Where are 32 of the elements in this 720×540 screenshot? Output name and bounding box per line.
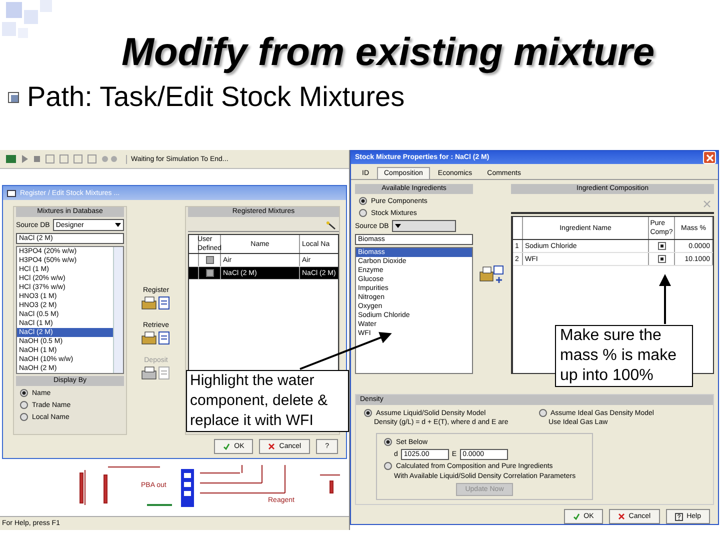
bullet-text: Path: Task/Edit Stock Mixtures [27, 82, 405, 112]
cross-icon [268, 443, 276, 450]
radio-button[interactable] [384, 462, 392, 470]
square-bullet-icon [8, 92, 19, 102]
arrow [659, 274, 671, 324]
check-icon [572, 513, 580, 520]
check-icon [223, 443, 230, 450]
scrollbar[interactable] [113, 247, 123, 373]
checkbox[interactable] [658, 255, 666, 263]
checkbox[interactable] [206, 256, 214, 264]
checkbox[interactable] [206, 269, 214, 277]
radio-button[interactable] [359, 197, 367, 205]
caret-icon [115, 223, 121, 227]
help-icon [674, 512, 683, 520]
radio-button[interactable] [384, 438, 392, 446]
radio-button[interactable] [364, 409, 372, 417]
callout-text: Make sure the mass % is make up into 100% [555, 325, 693, 387]
caret-icon [394, 224, 401, 228]
checkbox[interactable] [658, 242, 666, 250]
callout-text: Highlight the water component, delete & replace it with WFI [186, 370, 349, 432]
close-button[interactable] [703, 151, 716, 164]
wand-icon[interactable] [326, 220, 336, 230]
radio-button[interactable] [359, 209, 367, 217]
window-icon [7, 190, 16, 196]
radio-button[interactable] [538, 409, 546, 417]
cross-icon [618, 513, 625, 520]
radio-button[interactable] [20, 401, 28, 409]
add-ingredient-icon[interactable] [479, 264, 505, 284]
slide-title: Modify from existing mixture [120, 30, 656, 76]
source-db-dropdown[interactable] [392, 220, 456, 232]
radio-button[interactable] [20, 389, 28, 397]
radio-button[interactable] [20, 413, 28, 421]
